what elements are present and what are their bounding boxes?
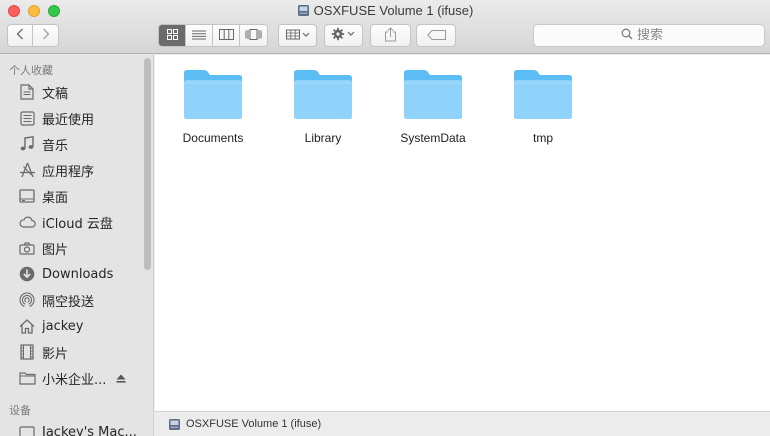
folder-label: Documents bbox=[182, 131, 244, 145]
cloud-icon bbox=[18, 213, 36, 231]
search-input[interactable] bbox=[637, 28, 677, 43]
folder-label: tmp bbox=[532, 131, 553, 145]
sidebar-item-label: 音乐 bbox=[42, 138, 69, 154]
eject-icon[interactable] bbox=[116, 374, 126, 383]
airdrop-icon bbox=[18, 291, 36, 309]
chevron-right-icon bbox=[42, 28, 50, 43]
icon-view-icon bbox=[166, 28, 178, 43]
chevron-left-icon bbox=[16, 28, 24, 43]
search-icon bbox=[621, 28, 633, 43]
tag-button[interactable] bbox=[416, 24, 456, 47]
sidebar-item-airdrop[interactable]: 隔空投送 bbox=[0, 287, 145, 313]
sidebar-item-label: 影片 bbox=[42, 346, 69, 362]
column-view-button[interactable] bbox=[213, 25, 240, 46]
music-note-icon bbox=[18, 135, 36, 153]
window-title-text: OSXFUSE Volume 1 (ifuse) bbox=[313, 3, 474, 18]
folder-label: Library bbox=[304, 131, 342, 145]
sidebar-item-label: 图片 bbox=[42, 242, 69, 258]
folder-item-library[interactable]: Library bbox=[268, 68, 378, 158]
arrange-grid-icon bbox=[285, 28, 310, 43]
favorites-header: 个人收藏 bbox=[9, 64, 53, 77]
cover-flow-view-button[interactable] bbox=[240, 25, 267, 46]
sidebar-scrollbar[interactable] bbox=[144, 58, 151, 270]
sidebar: 个人收藏 文稿 最近使用 音乐 应用程序 桌面 iCloud 云盘 图片 Dow… bbox=[0, 55, 154, 436]
sidebar-item-recents[interactable]: 最近使用 bbox=[0, 105, 145, 131]
sidebar-item-label: jackey bbox=[42, 318, 84, 334]
forward-button[interactable] bbox=[33, 25, 58, 46]
sidebar-item-label: 隔空投送 bbox=[42, 294, 95, 310]
camera-icon bbox=[18, 239, 36, 257]
folder-icon bbox=[18, 369, 36, 387]
column-view-icon bbox=[218, 28, 234, 43]
list-view-icon bbox=[192, 28, 206, 43]
folder-icon bbox=[182, 68, 244, 123]
icon-view-button[interactable] bbox=[159, 25, 186, 46]
list-view-button[interactable] bbox=[186, 25, 213, 46]
action-button[interactable] bbox=[324, 24, 363, 47]
tag-icon bbox=[426, 28, 446, 43]
film-icon bbox=[18, 343, 36, 361]
title-bar: OSXFUSE Volume 1 (ifuse) bbox=[0, 0, 770, 54]
sidebar-item-xiaomi[interactable]: 小米企业... bbox=[0, 365, 145, 391]
sidebar-item-label: 最近使用 bbox=[42, 112, 95, 128]
gear-icon bbox=[331, 27, 357, 44]
sidebar-item-label: 小米企业... bbox=[42, 372, 107, 388]
sidebar-item-label: Jackey's Mac... bbox=[42, 424, 137, 436]
sidebar-item-movies[interactable]: 影片 bbox=[0, 339, 145, 365]
sidebar-item-music[interactable]: 音乐 bbox=[0, 131, 145, 157]
folder-icon bbox=[402, 68, 464, 123]
navigation-buttons bbox=[7, 24, 59, 47]
folder-icon bbox=[512, 68, 574, 123]
sidebar-item-label: 文稿 bbox=[42, 86, 69, 102]
share-button[interactable] bbox=[370, 24, 411, 47]
sidebar-item-label: 桌面 bbox=[42, 190, 69, 206]
sidebar-item-documents[interactable]: 文稿 bbox=[0, 79, 145, 105]
sidebar-item-label: 应用程序 bbox=[42, 164, 95, 180]
external-disk-icon bbox=[168, 418, 181, 431]
recents-icon bbox=[18, 109, 36, 127]
folder-item-documents[interactable]: Documents bbox=[158, 68, 268, 158]
folder-icon bbox=[292, 68, 354, 123]
sidebar-item-pictures[interactable]: 图片 bbox=[0, 235, 145, 261]
applications-icon bbox=[18, 161, 36, 179]
external-disk-icon bbox=[297, 4, 310, 21]
sidebar-item-label: Downloads bbox=[42, 266, 114, 282]
sidebar-item-downloads[interactable]: Downloads bbox=[0, 261, 145, 287]
file-browser: Documents Library SystemData tmp bbox=[155, 55, 770, 411]
download-icon bbox=[18, 265, 36, 283]
sidebar-item-mac[interactable]: Jackey's Mac... bbox=[0, 419, 145, 436]
share-icon bbox=[384, 26, 397, 45]
devices-header: 设备 bbox=[9, 404, 31, 417]
home-icon bbox=[18, 317, 36, 335]
path-bar: OSXFUSE Volume 1 (ifuse) bbox=[155, 411, 770, 436]
cover-flow-icon bbox=[245, 28, 262, 43]
window-title: OSXFUSE Volume 1 (ifuse) bbox=[0, 3, 770, 21]
view-mode-control bbox=[158, 24, 268, 47]
search-field[interactable] bbox=[533, 24, 765, 47]
sidebar-item-home[interactable]: jackey bbox=[0, 313, 145, 339]
sidebar-item-desktop[interactable]: 桌面 bbox=[0, 183, 145, 209]
back-button[interactable] bbox=[8, 25, 33, 46]
folder-item-systemdata[interactable]: SystemData bbox=[378, 68, 488, 158]
document-icon bbox=[18, 83, 36, 101]
desktop-icon bbox=[18, 187, 36, 205]
arrange-button[interactable] bbox=[278, 24, 317, 47]
computer-icon bbox=[18, 423, 36, 436]
path-bar-label[interactable]: OSXFUSE Volume 1 (ifuse) bbox=[186, 418, 321, 430]
sidebar-item-label: iCloud 云盘 bbox=[42, 216, 113, 232]
folder-item-tmp[interactable]: tmp bbox=[488, 68, 598, 158]
folder-label: SystemData bbox=[400, 131, 466, 145]
sidebar-item-applications[interactable]: 应用程序 bbox=[0, 157, 145, 183]
sidebar-item-icloud[interactable]: iCloud 云盘 bbox=[0, 209, 145, 235]
